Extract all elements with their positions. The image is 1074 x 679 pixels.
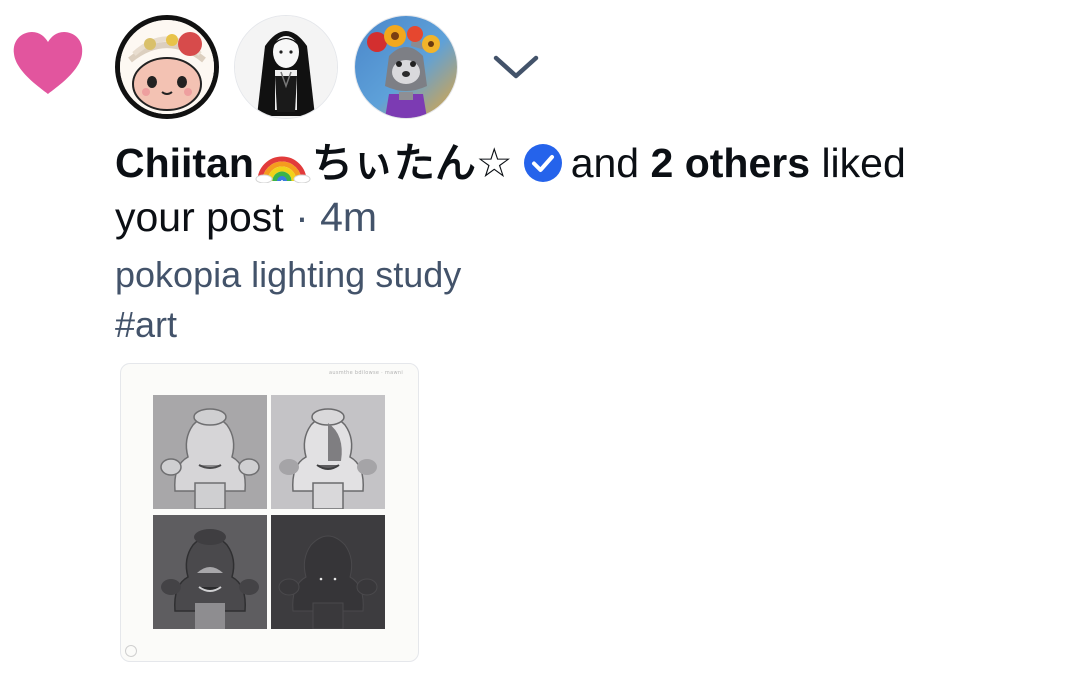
signature-mark <box>125 645 137 657</box>
avatar-flower-crown-wolf[interactable] <box>354 15 458 119</box>
heart-icon <box>12 30 84 98</box>
separator-dot: · <box>295 194 309 240</box>
actor-name[interactable]: Chiitan <box>115 140 254 186</box>
chevron-down-icon[interactable] <box>490 50 542 84</box>
post-text: pokopia lighting study <box>115 254 462 295</box>
art-panel-2 <box>271 395 385 509</box>
art-panel-1 <box>153 395 267 509</box>
avatar-pink-cat[interactable] <box>115 15 219 119</box>
art-panel-4 <box>271 515 385 629</box>
avatar-anime-girl[interactable] <box>234 15 338 119</box>
actor-suffix[interactable]: ちぃたん☆ <box>312 140 513 186</box>
action-text: liked <box>821 140 906 186</box>
timestamp: 4m <box>320 194 378 240</box>
action-object: your post <box>115 194 284 240</box>
rainbow-icon <box>254 139 312 184</box>
thumbnail-caption: ausmthe bdilowse · mawni <box>329 370 404 376</box>
post-thumbnail[interactable]: ausmthe bdilowse · mawni <box>120 363 419 662</box>
post-hashtag[interactable]: #art <box>115 300 461 350</box>
verified-badge-icon <box>523 142 563 182</box>
notification-text[interactable]: Chiitan ちぃたん☆ and 2 others liked your post… <box>115 136 1055 244</box>
others-count[interactable]: 2 others <box>651 140 811 186</box>
post-snippet[interactable]: pokopia lighting study #art <box>115 250 461 350</box>
art-panel-3 <box>153 515 267 629</box>
connector-text: and <box>570 140 640 186</box>
